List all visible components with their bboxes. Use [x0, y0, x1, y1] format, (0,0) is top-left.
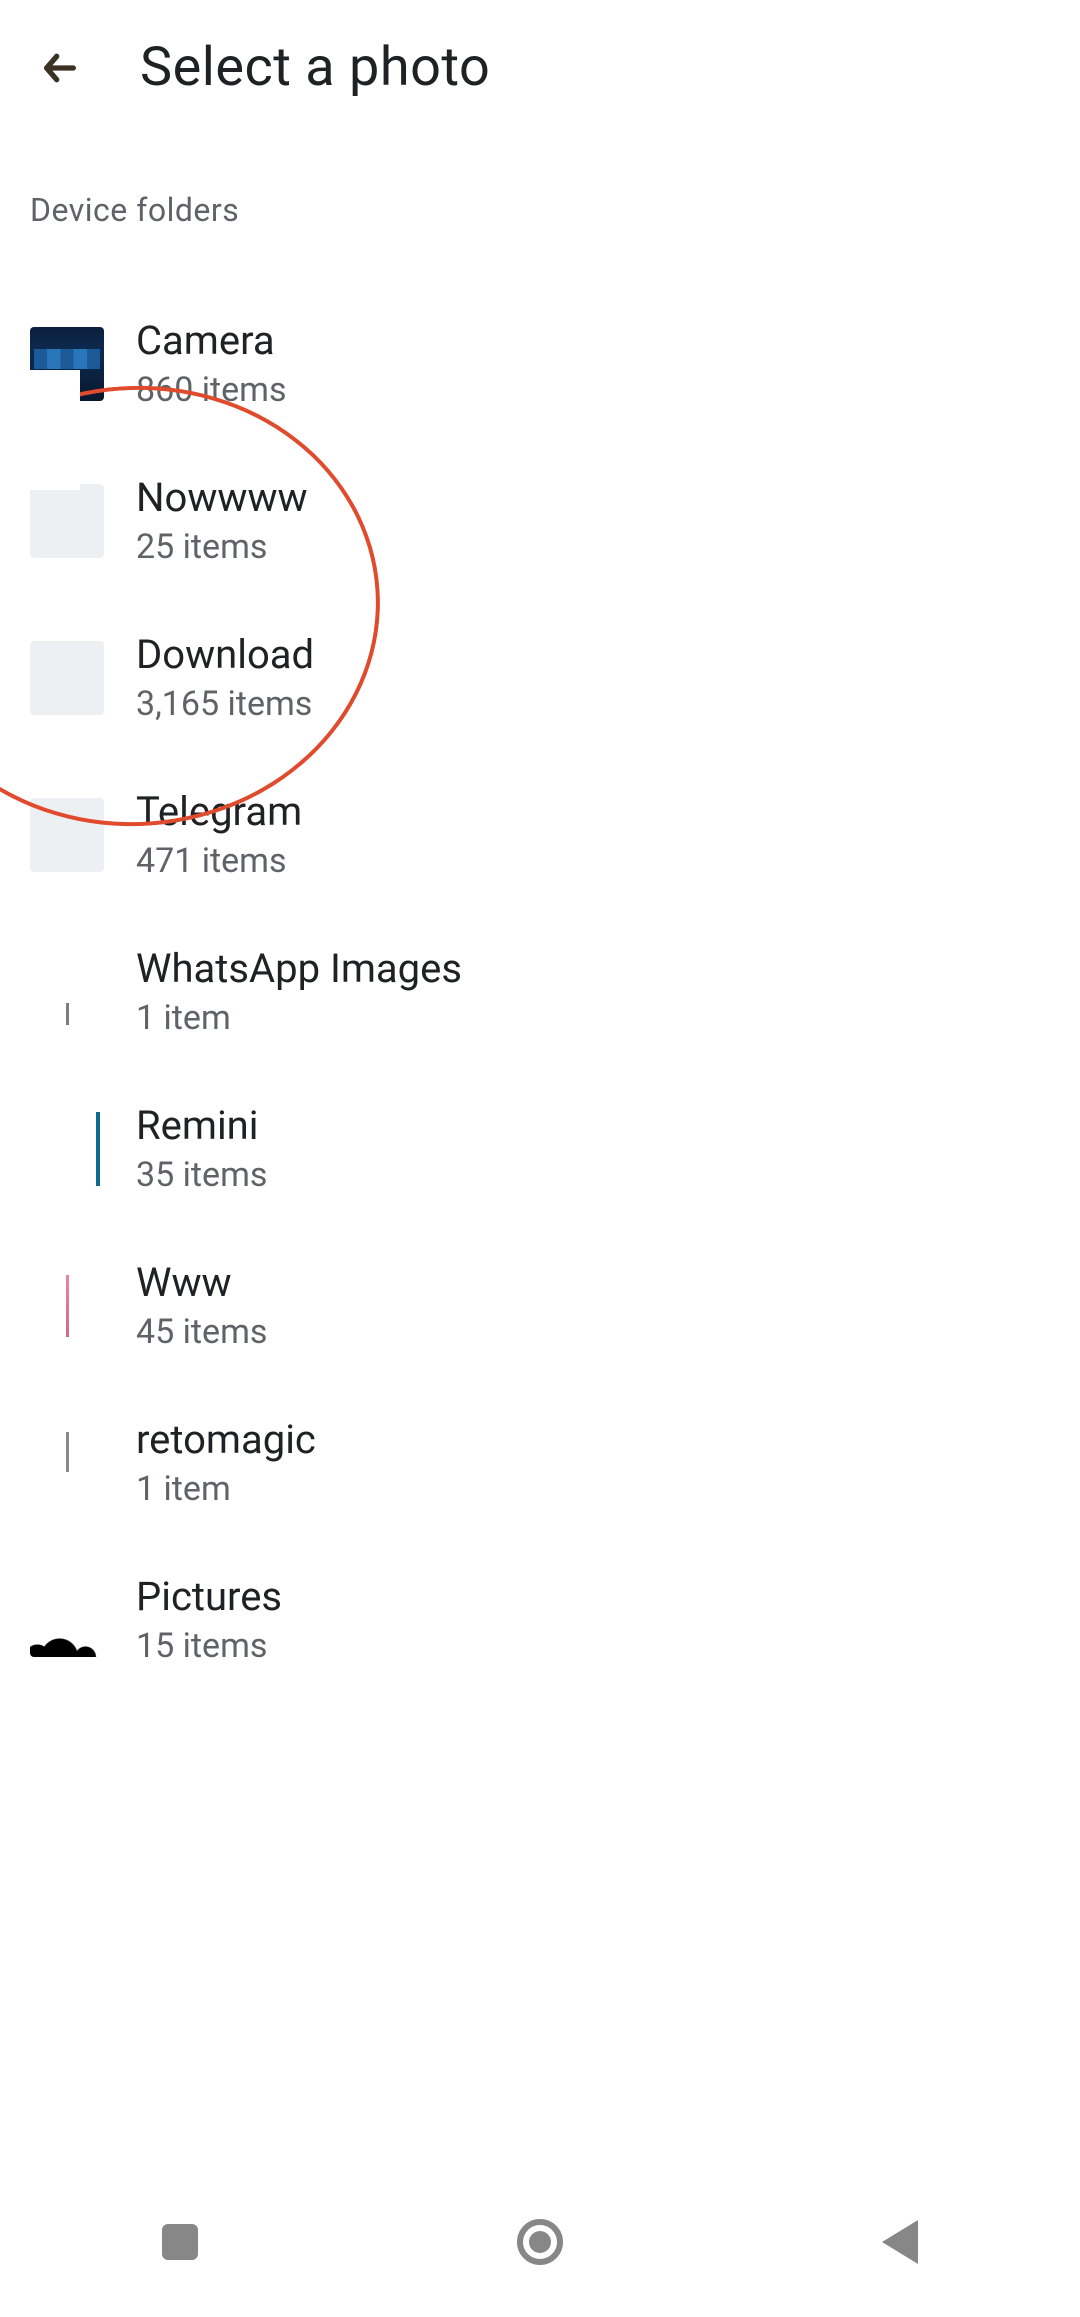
folder-text: Www 45 items — [136, 1259, 267, 1352]
folder-text: Nowwww 25 items — [136, 474, 308, 567]
circle-icon — [517, 2219, 563, 2265]
folder-count: 860 items — [136, 370, 287, 410]
bottom-fade — [0, 2107, 1080, 2167]
folder-count: 1 item — [136, 998, 462, 1038]
folder-item[interactable]: Camera 860 items — [0, 285, 1080, 442]
folder-count: 471 items — [136, 841, 302, 881]
folder-name: retomagic — [136, 1416, 316, 1463]
header-bar: Select a photo — [0, 0, 1080, 99]
folder-thumbnail — [30, 798, 104, 872]
folder-list: Camera 860 items Nowwww 25 items Download 3,1… — [0, 229, 1080, 1698]
folder-thumbnail — [30, 955, 104, 1029]
folder-text: Download 3,165 items — [136, 631, 314, 724]
folder-item[interactable]: Download 3,165 items — [0, 599, 1080, 756]
folder-item[interactable]: Nowwww 25 items — [0, 442, 1080, 599]
folder-item[interactable]: Pictures 15 items — [0, 1541, 1080, 1698]
folder-item[interactable]: WhatsApp Images 1 item — [0, 913, 1080, 1070]
folder-count: 1 item — [136, 1469, 316, 1509]
folder-item[interactable]: retomagic 1 item — [0, 1384, 1080, 1541]
folder-name: Download — [136, 631, 314, 678]
folder-name: Nowwww — [136, 474, 308, 521]
folder-thumbnail — [30, 1426, 104, 1500]
triangle-left-icon — [882, 2220, 918, 2264]
system-nav-bar — [0, 2167, 1080, 2317]
folder-thumbnail — [30, 484, 104, 558]
folder-thumbnail — [30, 1269, 104, 1343]
folder-item[interactable]: Telegram 471 items — [0, 756, 1080, 913]
folder-count: 3,165 items — [136, 684, 314, 724]
folder-name: Www — [136, 1259, 267, 1306]
folder-name: WhatsApp Images — [136, 945, 462, 992]
folder-thumbnail — [30, 641, 104, 715]
folder-text: Camera 860 items — [136, 317, 287, 410]
page-title: Select a photo — [140, 36, 490, 99]
folder-count: 25 items — [136, 527, 308, 567]
folder-text: Pictures 15 items — [136, 1573, 282, 1666]
folder-count: 45 items — [136, 1312, 267, 1352]
folder-thumbnail — [30, 1583, 104, 1657]
folder-name: Telegram — [136, 788, 302, 835]
folder-count: 35 items — [136, 1155, 267, 1195]
folder-item[interactable]: Remini 35 items — [0, 1070, 1080, 1227]
square-icon — [162, 2224, 198, 2260]
section-header: Device folders — [0, 99, 1080, 229]
folder-text: Telegram 471 items — [136, 788, 302, 881]
folder-name: Pictures — [136, 1573, 282, 1620]
nav-home-button[interactable] — [480, 2182, 600, 2302]
nav-recent-button[interactable] — [120, 2182, 240, 2302]
folder-item[interactable]: Www 45 items — [0, 1227, 1080, 1384]
folder-count: 15 items — [136, 1626, 282, 1666]
folder-text: Remini 35 items — [136, 1102, 267, 1195]
nav-back-button[interactable] — [840, 2182, 960, 2302]
folder-text: retomagic 1 item — [136, 1416, 316, 1509]
folder-thumbnail — [30, 327, 104, 401]
folder-text: WhatsApp Images 1 item — [136, 945, 462, 1038]
folder-name: Remini — [136, 1102, 267, 1149]
back-button[interactable] — [36, 44, 84, 92]
folder-name: Camera — [136, 317, 287, 364]
arrow-left-icon — [40, 48, 80, 88]
folder-thumbnail — [30, 1112, 104, 1186]
